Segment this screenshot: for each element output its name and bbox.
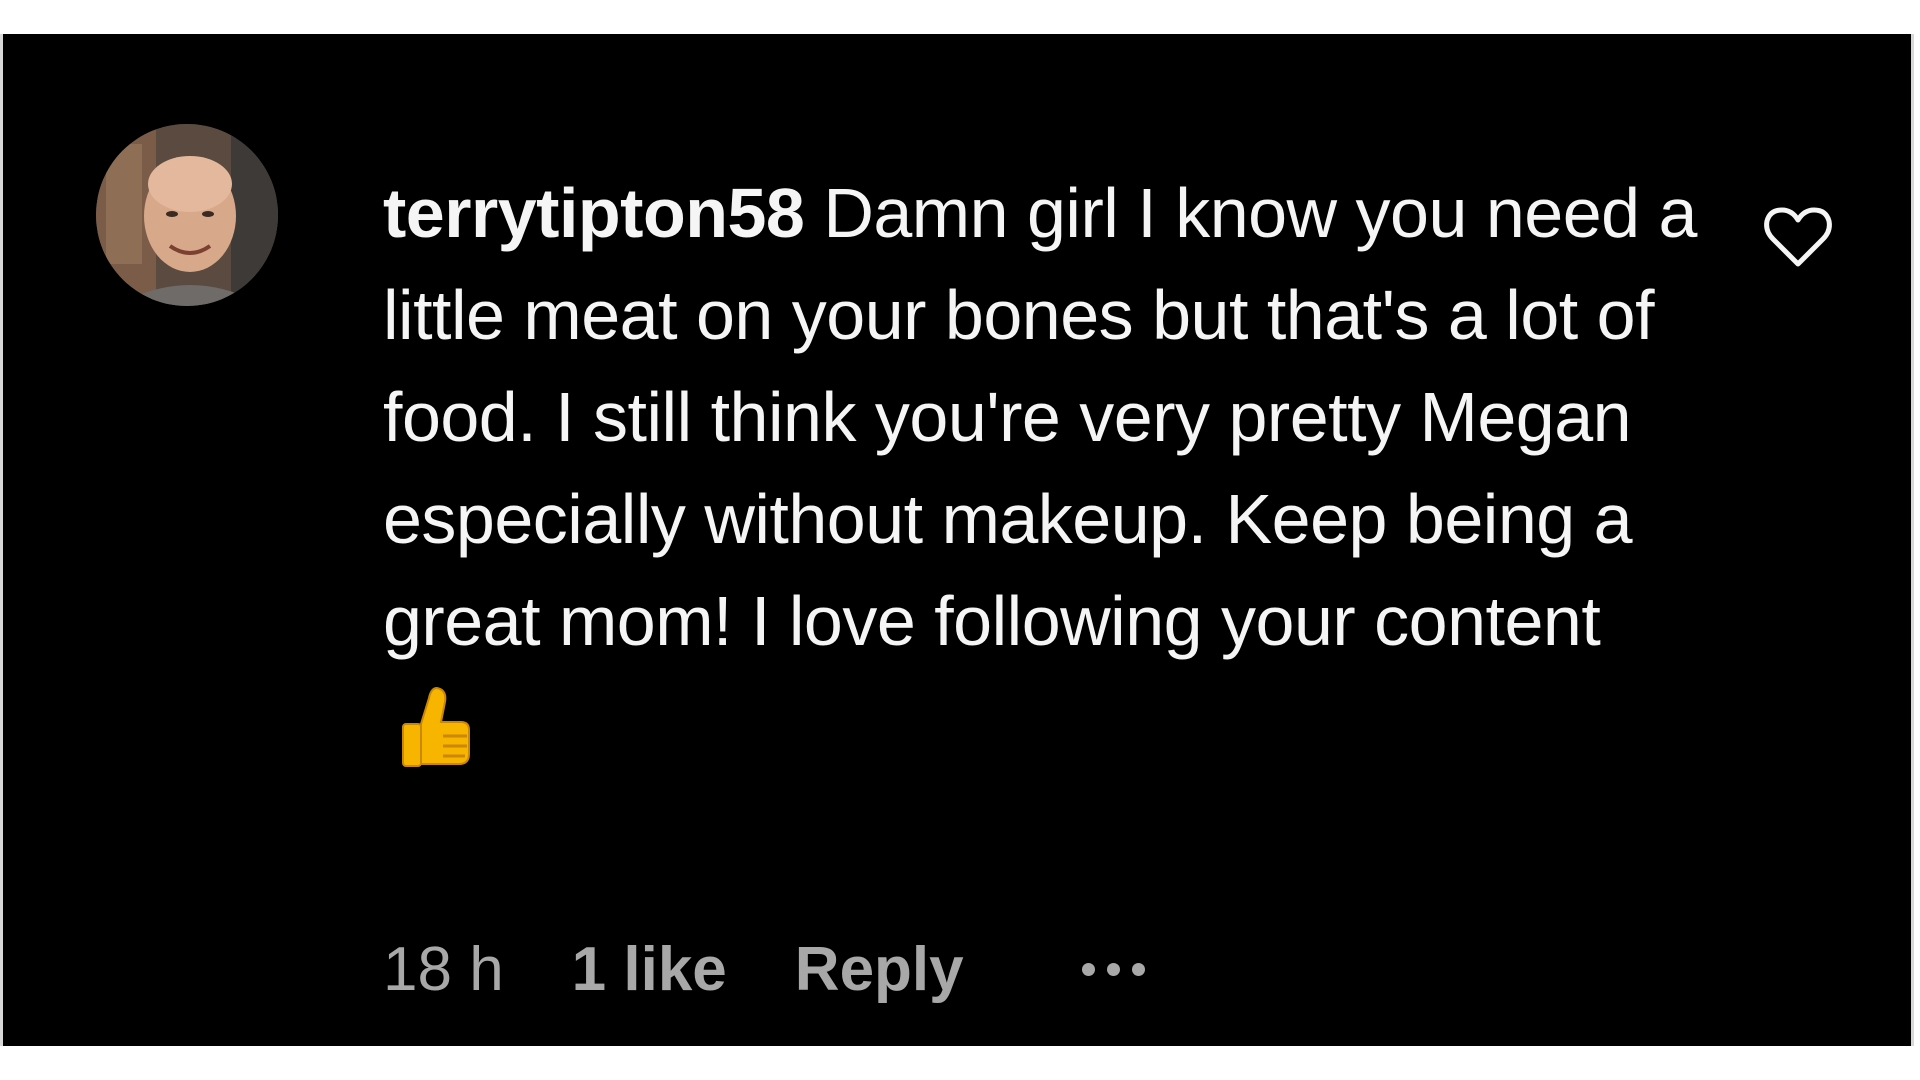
more-dot [1131, 963, 1145, 976]
comment-timestamp: 18 h [383, 935, 504, 1004]
reply-button[interactable]: Reply [795, 934, 964, 1005]
thumbs-up-emoji-icon [402, 686, 470, 767]
comment-username[interactable]: terrytipton58 [383, 174, 805, 252]
more-dot [1106, 963, 1120, 976]
comment-card: terrytipton58 Damn girl I know you need … [0, 34, 1914, 1046]
heart-outline-icon[interactable] [1763, 206, 1833, 270]
avatar[interactable] [96, 124, 278, 306]
more-dot [1081, 963, 1095, 976]
profile-photo [96, 124, 278, 306]
like-count[interactable]: 1 like [572, 934, 727, 1005]
comment-body: terrytipton58 Damn girl I know you need … [383, 162, 1703, 770]
more-options-icon[interactable] [1081, 963, 1145, 976]
comment-meta: 18 h 1 like Reply [383, 934, 1145, 1005]
